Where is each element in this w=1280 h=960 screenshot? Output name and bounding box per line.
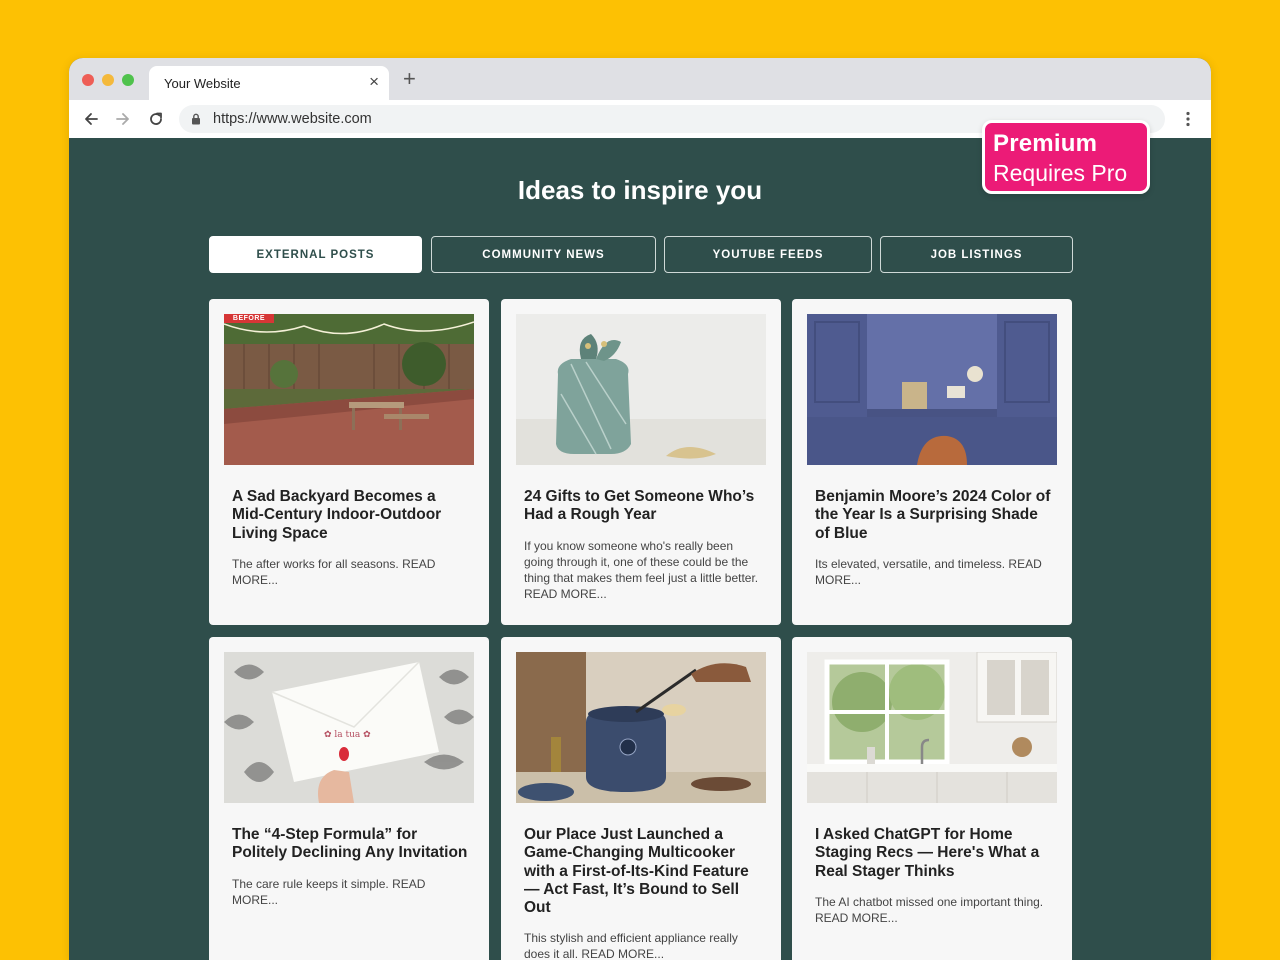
article-card[interactable]: Benjamin Moore’s 2024 Color of the Year …	[792, 299, 1072, 625]
tab-close-icon[interactable]: ×	[369, 73, 379, 91]
premium-title: Premium	[993, 130, 1098, 157]
article-card[interactable]: I Asked ChatGPT for Home Staging Recs — …	[792, 637, 1072, 960]
new-tab-button[interactable]: +	[403, 68, 416, 90]
wrapped-gift-photo[interactable]	[516, 314, 766, 465]
svg-text:✿ la tua ✿: ✿ la tua ✿	[324, 730, 371, 740]
card-title[interactable]: Our Place Just Launched a Game-Changing …	[524, 826, 762, 917]
tab-youtube-feeds[interactable]: YOUTUBE FEEDS	[664, 236, 872, 273]
before-badge: BEFORE	[224, 314, 274, 323]
premium-subtitle: Requires Pro	[993, 160, 1128, 186]
backyard-patio-photo[interactable]: BEFORE	[224, 314, 474, 465]
card-title[interactable]: Benjamin Moore’s 2024 Color of the Year …	[815, 488, 1053, 543]
multicooker-kitchen-photo[interactable]	[516, 652, 766, 803]
blue-cabinet-office-photo[interactable]	[807, 314, 1057, 465]
article-card[interactable]: BEFORE A Sad Backyard Becomes a Mid-Cent…	[209, 299, 489, 625]
white-kitchen-window-photo[interactable]	[807, 652, 1057, 803]
card-title[interactable]: The “4-Step Formula” for Politely Declin…	[232, 826, 470, 863]
more-vertical-icon[interactable]	[1185, 111, 1191, 127]
card-description: The AI chatbot missed one important thin…	[815, 895, 1044, 925]
envelope-in-hand-photo[interactable]: ✿ la tua ✿	[224, 652, 474, 803]
card-description: Its elevated, versatile, and timeless. R…	[815, 557, 1042, 587]
tab-title: Your Website	[164, 76, 241, 91]
lock-icon	[192, 113, 200, 125]
back-arrow-icon[interactable]	[82, 110, 100, 128]
card-title[interactable]: A Sad Backyard Becomes a Mid-Century Ind…	[232, 488, 470, 543]
tab-community-news[interactable]: COMMUNITY NEWS	[431, 236, 656, 273]
premium-badge[interactable]: Premium Requires Pro	[982, 120, 1150, 194]
forward-arrow-icon[interactable]	[114, 110, 132, 128]
tab-job-listings[interactable]: JOB LISTINGS	[880, 236, 1073, 273]
browser-tab-bar: Your Website × +	[69, 58, 1211, 100]
card-title[interactable]: I Asked ChatGPT for Home Staging Recs — …	[815, 826, 1053, 881]
article-card[interactable]: Our Place Just Launched a Game-Changing …	[501, 637, 781, 960]
reload-icon[interactable]	[147, 110, 165, 128]
browser-tab[interactable]: Your Website ×	[149, 66, 389, 100]
article-card[interactable]: ✿ la tua ✿ The “4-Step Formula” for Poli…	[209, 637, 489, 960]
minimize-window-button[interactable]	[102, 74, 114, 86]
article-card[interactable]: 24 Gifts to Get Someone Who’s Had a Roug…	[501, 299, 781, 625]
tab-external-posts[interactable]: EXTERNAL POSTS	[209, 236, 422, 273]
card-description: The after works for all seasons. READ MO…	[232, 557, 436, 587]
card-description: This stylish and efficient appliance rea…	[524, 931, 738, 960]
maximize-window-button[interactable]	[122, 74, 134, 86]
close-window-button[interactable]	[82, 74, 94, 86]
card-description: The care rule keeps it simple. READ MORE…	[232, 877, 426, 907]
card-description: If you know someone who's really been go…	[524, 539, 759, 601]
card-title[interactable]: 24 Gifts to Get Someone Who’s Had a Roug…	[524, 488, 762, 525]
url-text: https://www.website.com	[213, 111, 372, 127]
